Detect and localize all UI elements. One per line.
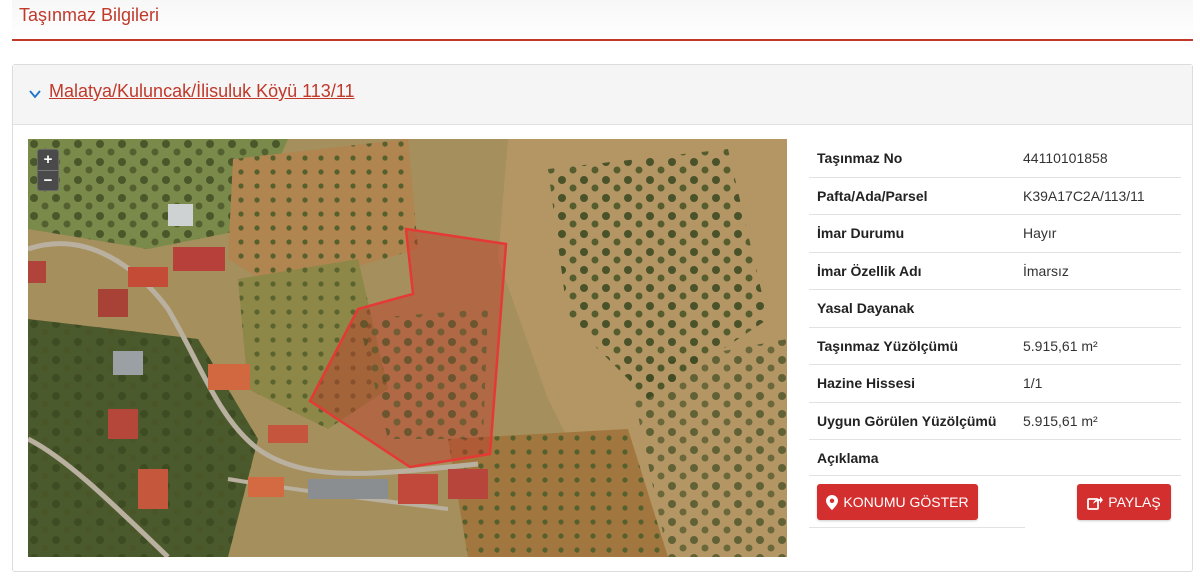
share-icon bbox=[1087, 496, 1104, 510]
info-value: 44110101858 bbox=[1023, 149, 1108, 166]
divider bbox=[809, 527, 1025, 528]
info-row: Yasal Dayanak bbox=[809, 289, 1181, 327]
info-value: 1/1 bbox=[1023, 375, 1043, 392]
info-label: İmar Durumu bbox=[817, 225, 905, 242]
page-title: Taşınmaz Bilgileri bbox=[19, 5, 160, 25]
info-label: Taşınmaz Yüzölçümü bbox=[817, 337, 959, 354]
info-row: İmar Durumu Hayır bbox=[809, 214, 1181, 252]
info-row: İmar Özellik Adı İmarsız bbox=[809, 251, 1181, 290]
parcel-title-link[interactable]: Malatya/Kuluncak/İlisuluk Köyü 113/11 bbox=[49, 81, 355, 102]
parcel-info-table: Taşınmaz No 44110101858 Pafta/Ada/Parsel… bbox=[809, 139, 1181, 477]
zoom-control: + − bbox=[37, 149, 59, 191]
info-row: Taşınmaz No 44110101858 bbox=[809, 139, 1181, 177]
info-label: Uygun Görülen Yüzölçümü bbox=[817, 412, 997, 429]
map-marker-icon bbox=[826, 494, 839, 510]
info-value: Hayır bbox=[1023, 225, 1057, 242]
info-value: İmarsız bbox=[1023, 262, 1069, 279]
info-row: Hazine Hissesi 1/1 bbox=[809, 364, 1181, 402]
zoom-in-button[interactable]: + bbox=[38, 150, 58, 170]
show-location-button[interactable]: KONUMU GÖSTER bbox=[817, 484, 978, 520]
info-value: 5.915,61 m² bbox=[1023, 337, 1098, 354]
info-row: Pafta/Ada/Parsel K39A17C2A/113/11 bbox=[809, 176, 1181, 215]
info-label: İmar Özellik Adı bbox=[817, 262, 922, 279]
info-row: Açıklama bbox=[809, 439, 1181, 477]
info-value: K39A17C2A/113/11 bbox=[1023, 187, 1145, 204]
info-label: Yasal Dayanak bbox=[817, 300, 915, 317]
info-row: Taşınmaz Yüzölçümü 5.915,61 m² bbox=[809, 326, 1181, 365]
parcel-panel: Malatya/Kuluncak/İlisuluk Köyü 113/11 + … bbox=[12, 64, 1193, 572]
info-value: 5.915,61 m² bbox=[1023, 412, 1098, 429]
share-button[interactable]: PAYLAŞ bbox=[1077, 484, 1171, 520]
info-label: Hazine Hissesi bbox=[817, 375, 916, 392]
parcel-map[interactable]: + − bbox=[28, 139, 787, 557]
info-label: Açıklama bbox=[817, 450, 879, 467]
chevron-down-icon[interactable] bbox=[28, 87, 42, 101]
info-label: Pafta/Ada/Parsel bbox=[817, 187, 928, 204]
share-label: PAYLAŞ bbox=[1108, 494, 1161, 510]
show-location-label: KONUMU GÖSTER bbox=[843, 494, 969, 510]
info-row: Uygun Görülen Yüzölçümü 5.915,61 m² bbox=[809, 401, 1181, 440]
panel-heading[interactable]: Malatya/Kuluncak/İlisuluk Köyü 113/11 bbox=[13, 65, 1192, 125]
zoom-out-button[interactable]: − bbox=[38, 170, 58, 190]
satellite-image bbox=[28, 139, 787, 557]
page-header: Taşınmaz Bilgileri bbox=[12, 0, 1193, 41]
info-label: Taşınmaz No bbox=[817, 149, 903, 166]
action-bar: KONUMU GÖSTER PAYLAŞ bbox=[809, 475, 1181, 528]
